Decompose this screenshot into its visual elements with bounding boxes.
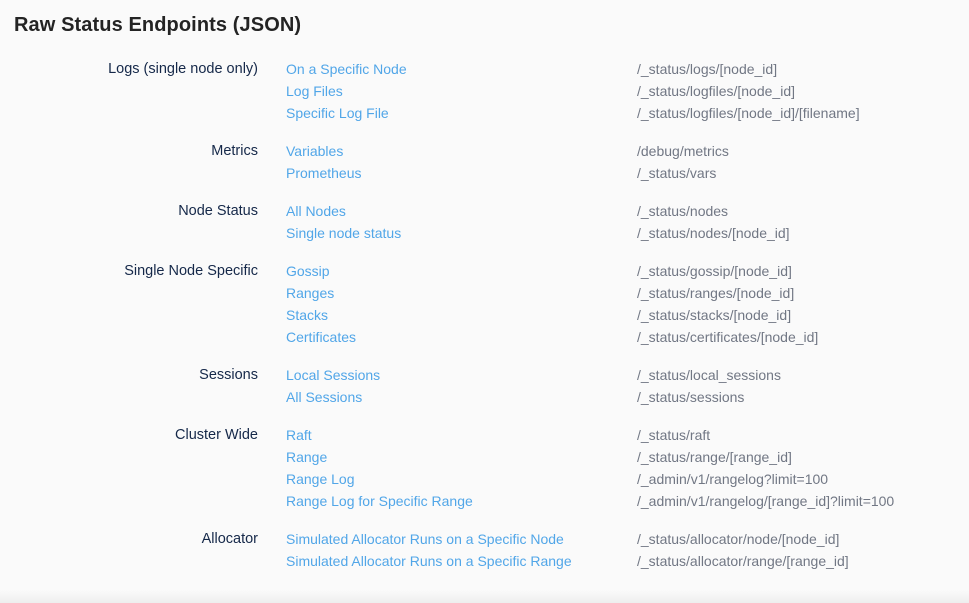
section-rows: On a Specific Node /_status/logs/[node_i… <box>286 58 969 124</box>
endpoint-link[interactable]: All Nodes <box>286 200 637 222</box>
endpoint-url: /_admin/v1/rangelog?limit=100 <box>637 468 828 490</box>
section-category-label: Node Status <box>0 200 258 244</box>
endpoint-link[interactable]: Variables <box>286 140 637 162</box>
endpoint-url: /debug/metrics <box>637 140 729 162</box>
endpoint-link[interactable]: Simulated Allocator Runs on a Specific R… <box>286 550 637 572</box>
endpoint-row: Range Log /_admin/v1/rangelog?limit=100 <box>286 468 969 490</box>
endpoint-url: /_status/vars <box>637 162 716 184</box>
endpoint-row: Local Sessions /_status/local_sessions <box>286 364 969 386</box>
endpoint-url: /_status/stacks/[node_id] <box>637 304 791 326</box>
endpoint-url: /_status/allocator/node/[node_id] <box>637 528 839 550</box>
endpoint-link[interactable]: Local Sessions <box>286 364 637 386</box>
endpoint-row: Gossip /_status/gossip/[node_id] <box>286 260 969 282</box>
endpoint-link[interactable]: All Sessions <box>286 386 637 408</box>
endpoint-section: Allocator Simulated Allocator Runs on a … <box>0 528 969 572</box>
debug-endpoints-page: Raw Status Endpoints (JSON) Logs (single… <box>0 0 969 603</box>
endpoint-url: /_status/raft <box>637 424 710 446</box>
section-rows: All Nodes /_status/nodes Single node sta… <box>286 200 969 244</box>
endpoint-link[interactable]: Prometheus <box>286 162 637 184</box>
endpoint-url: /_status/gossip/[node_id] <box>637 260 792 282</box>
bottom-divider <box>0 590 969 603</box>
endpoint-url: /_status/range/[range_id] <box>637 446 792 468</box>
endpoint-url: /_status/logs/[node_id] <box>637 58 777 80</box>
endpoint-row: Specific Log File /_status/logfiles/[nod… <box>286 102 969 124</box>
endpoint-row: All Nodes /_status/nodes <box>286 200 969 222</box>
endpoint-link[interactable]: Range Log for Specific Range <box>286 490 637 512</box>
page-title: Raw Status Endpoints (JSON) <box>0 0 969 37</box>
endpoint-section: Sessions Local Sessions /_status/local_s… <box>0 364 969 408</box>
endpoint-row: Log Files /_status/logfiles/[node_id] <box>286 80 969 102</box>
section-category-label: Allocator <box>0 528 258 572</box>
section-rows: Variables /debug/metrics Prometheus /_st… <box>286 140 969 184</box>
section-rows: Gossip /_status/gossip/[node_id] Ranges … <box>286 260 969 348</box>
endpoint-url: /_status/allocator/range/[range_id] <box>637 550 849 572</box>
endpoint-row: Stacks /_status/stacks/[node_id] <box>286 304 969 326</box>
endpoint-section: Cluster Wide Raft /_status/raft Range /_… <box>0 424 969 512</box>
endpoint-url: /_status/ranges/[node_id] <box>637 282 794 304</box>
endpoint-link[interactable]: Single node status <box>286 222 637 244</box>
endpoint-row: Simulated Allocator Runs on a Specific N… <box>286 528 969 550</box>
endpoint-row: Single node status /_status/nodes/[node_… <box>286 222 969 244</box>
endpoint-row: All Sessions /_status/sessions <box>286 386 969 408</box>
endpoint-section: Node Status All Nodes /_status/nodes Sin… <box>0 200 969 244</box>
section-category-label: Logs (single node only) <box>0 58 258 124</box>
endpoint-link[interactable]: Simulated Allocator Runs on a Specific N… <box>286 528 637 550</box>
endpoint-row: Simulated Allocator Runs on a Specific R… <box>286 550 969 572</box>
endpoint-link[interactable]: Stacks <box>286 304 637 326</box>
endpoint-row: Raft /_status/raft <box>286 424 969 446</box>
section-rows: Simulated Allocator Runs on a Specific N… <box>286 528 969 572</box>
endpoint-link[interactable]: Ranges <box>286 282 637 304</box>
endpoint-link[interactable]: Gossip <box>286 260 637 282</box>
endpoint-row: On a Specific Node /_status/logs/[node_i… <box>286 58 969 80</box>
section-rows: Local Sessions /_status/local_sessions A… <box>286 364 969 408</box>
endpoint-row: Prometheus /_status/vars <box>286 162 969 184</box>
endpoint-link[interactable]: Raft <box>286 424 637 446</box>
endpoint-row: Variables /debug/metrics <box>286 140 969 162</box>
endpoint-url: /_status/nodes <box>637 200 728 222</box>
endpoint-section: Single Node Specific Gossip /_status/gos… <box>0 260 969 348</box>
endpoint-url: /_status/logfiles/[node_id]/[filename] <box>637 102 860 124</box>
endpoint-link[interactable]: Specific Log File <box>286 102 637 124</box>
endpoint-url: /_status/certificates/[node_id] <box>637 326 818 348</box>
endpoint-row: Range Log for Specific Range /_admin/v1/… <box>286 490 969 512</box>
endpoint-link[interactable]: Range Log <box>286 468 637 490</box>
endpoint-sections: Logs (single node only) On a Specific No… <box>0 58 969 572</box>
section-category-label: Metrics <box>0 140 258 184</box>
endpoint-url: /_status/sessions <box>637 386 744 408</box>
endpoint-link[interactable]: Range <box>286 446 637 468</box>
endpoint-section: Metrics Variables /debug/metrics Prometh… <box>0 140 969 184</box>
section-rows: Raft /_status/raft Range /_status/range/… <box>286 424 969 512</box>
endpoint-url: /_status/nodes/[node_id] <box>637 222 790 244</box>
endpoint-row: Ranges /_status/ranges/[node_id] <box>286 282 969 304</box>
section-category-label: Sessions <box>0 364 258 408</box>
endpoint-link[interactable]: Certificates <box>286 326 637 348</box>
endpoint-url: /_status/logfiles/[node_id] <box>637 80 795 102</box>
endpoint-row: Range /_status/range/[range_id] <box>286 446 969 468</box>
endpoint-row: Certificates /_status/certificates/[node… <box>286 326 969 348</box>
endpoint-section: Logs (single node only) On a Specific No… <box>0 58 969 124</box>
endpoint-url: /_status/local_sessions <box>637 364 781 386</box>
section-category-label: Cluster Wide <box>0 424 258 512</box>
section-category-label: Single Node Specific <box>0 260 258 348</box>
endpoint-link[interactable]: Log Files <box>286 80 637 102</box>
endpoint-link[interactable]: On a Specific Node <box>286 58 637 80</box>
endpoint-url: /_admin/v1/rangelog/[range_id]?limit=100 <box>637 490 894 512</box>
